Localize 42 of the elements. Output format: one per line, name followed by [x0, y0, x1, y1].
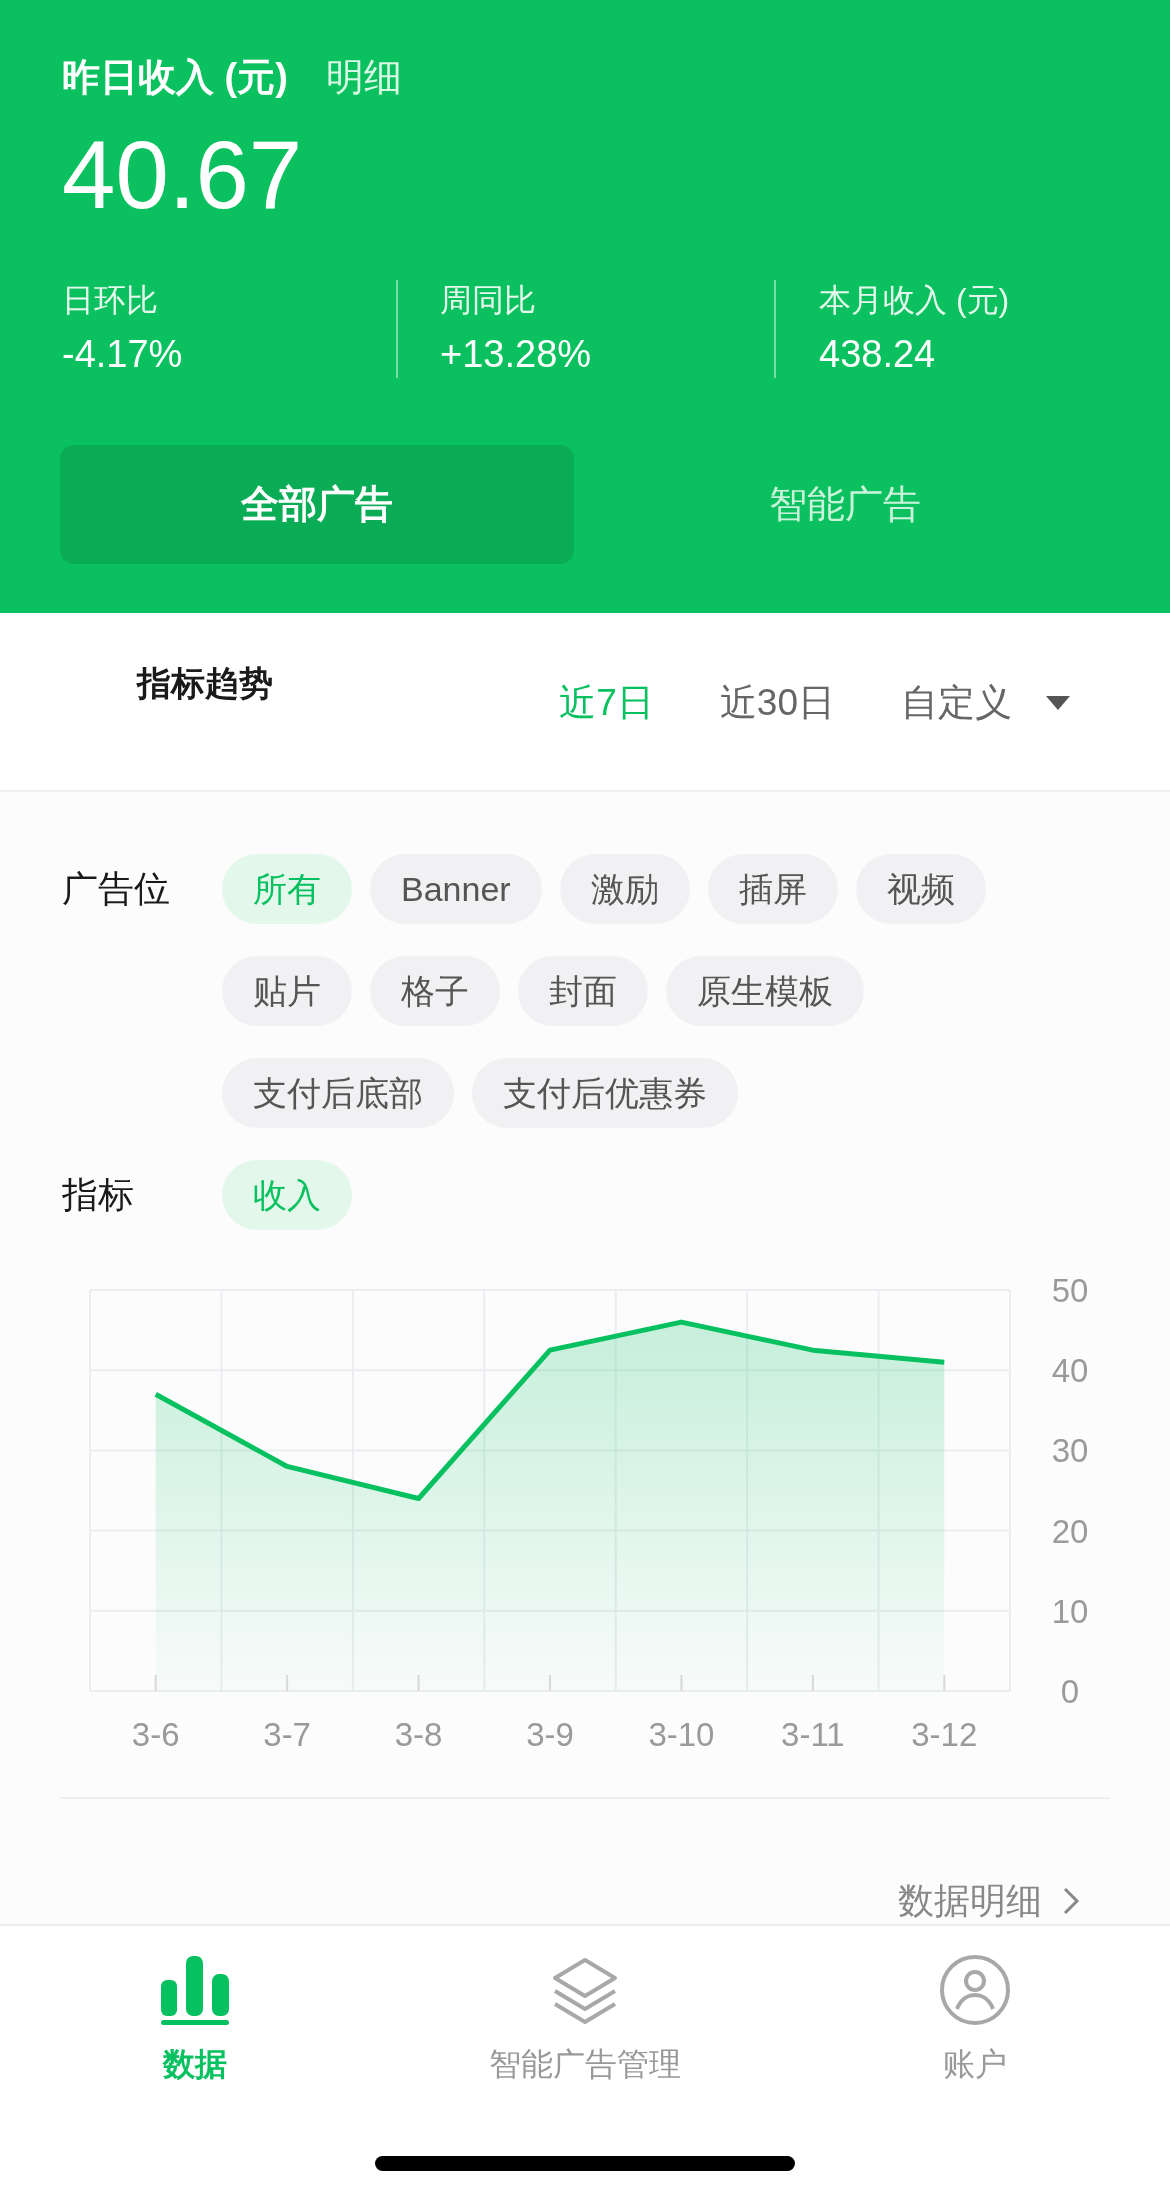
- stat-value: -4.17%: [62, 332, 184, 377]
- x-axis-label: 3-6: [131, 1716, 180, 1753]
- caret-icon: [1046, 696, 1070, 710]
- stat-value: 438.24: [819, 332, 937, 377]
- filter-chip[interactable]: 封面: [518, 956, 648, 1026]
- x-axis-label: 3-10: [648, 1716, 715, 1753]
- income-amount: 40.67: [62, 120, 304, 230]
- date-range-tab[interactable]: 自定义: [901, 675, 1070, 731]
- y-axis-label: 30: [1051, 1432, 1089, 1470]
- x-axis-label: 3-7: [263, 1716, 311, 1753]
- stat-label: 周同比: [440, 281, 537, 320]
- section-title: 指标趋势: [137, 663, 273, 704]
- y-axis-label: 0: [1060, 1673, 1080, 1710]
- filter-chip[interactable]: Banner: [370, 854, 542, 924]
- x-axis-label: 3-9: [526, 1716, 574, 1753]
- stat-value: +13.28%: [440, 332, 593, 377]
- filter-label: 广告位: [62, 867, 171, 911]
- filter-chip[interactable]: 支付后底部: [222, 1058, 454, 1128]
- x-axis-label: 3-12: [911, 1716, 978, 1753]
- y-axis-label: 40: [1051, 1352, 1089, 1390]
- filter-chip[interactable]: 贴片: [222, 956, 352, 1026]
- filter-chip[interactable]: 格子: [370, 956, 500, 1026]
- filter-chip[interactable]: 支付后优惠券: [472, 1058, 738, 1128]
- x-axis-label: 3-8: [394, 1716, 443, 1753]
- filter-chip[interactable]: 视频: [855, 854, 986, 924]
- bar-chart-icon: [159, 1954, 231, 2026]
- user-icon: [939, 1954, 1011, 2026]
- filter-label: 指标: [62, 1173, 135, 1217]
- data-detail-link[interactable]: 数据明细: [0, 1877, 1170, 1925]
- ad-type-tab[interactable]: 全部广告: [60, 445, 574, 564]
- filter-chip[interactable]: 激励: [559, 854, 690, 924]
- y-axis-label: 50: [1051, 1272, 1089, 1309]
- chevron-right-icon: [1062, 1886, 1080, 1916]
- stat-label: 日环比: [62, 281, 159, 320]
- y-axis-label: 10: [1051, 1592, 1089, 1630]
- filter-chip[interactable]: 插屏: [707, 854, 838, 924]
- filter-chip[interactable]: 原生模板: [666, 956, 864, 1026]
- date-range-tab[interactable]: 近30日: [719, 675, 835, 731]
- x-axis-label: 3-11: [781, 1716, 845, 1753]
- stat-label: 本月收入 (元): [819, 281, 1011, 320]
- income-title: 昨日收入 (元): [62, 55, 288, 100]
- y-axis-label: 20: [1051, 1512, 1089, 1550]
